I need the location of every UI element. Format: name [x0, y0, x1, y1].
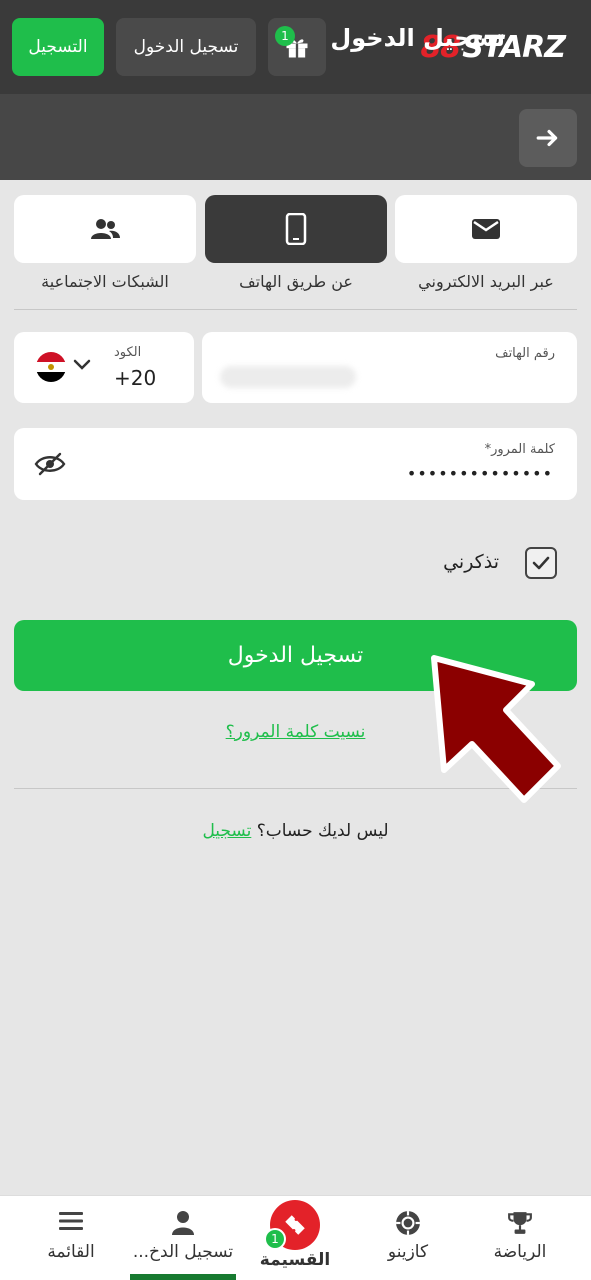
casino-chip-icon	[396, 1211, 420, 1235]
ticket-icon	[285, 1215, 305, 1235]
title-bar	[0, 94, 591, 180]
pointer-arrow-icon	[431, 655, 561, 803]
tab-phone[interactable]	[205, 195, 387, 263]
nav-menu[interactable]: القائمة	[16, 1196, 126, 1280]
tab-email[interactable]	[395, 195, 577, 263]
tab-social[interactable]	[14, 195, 196, 263]
phone-icon	[285, 213, 307, 245]
code-label: الكود	[114, 345, 142, 360]
nav-login-label: تسجيل الدخ...	[132, 1242, 234, 1262]
tab-social-label: الشبكات الاجتماعية	[41, 272, 169, 291]
check-icon	[532, 556, 550, 570]
envelope-icon	[472, 219, 500, 239]
register-link[interactable]: تسجيل	[202, 821, 251, 841]
users-icon	[91, 219, 120, 239]
nav-coupon-label: القسيمة	[259, 1250, 331, 1270]
nav-sports-label: الرياضة	[493, 1242, 547, 1262]
no-account-text: ليس لديك حساب؟ تسجيل	[0, 821, 591, 841]
coupon-badge: 1	[264, 1228, 286, 1250]
trophy-icon	[508, 1212, 532, 1234]
login-button[interactable]: تسجيل الدخول	[116, 18, 256, 76]
nav-casino-label: كازينو	[387, 1242, 429, 1262]
nav-menu-label: القائمة	[47, 1242, 95, 1262]
menu-icon	[59, 1212, 83, 1230]
tab-email-label: عبر البريد الالكتروني	[418, 272, 554, 291]
code-value: +20	[114, 366, 157, 390]
gift-badge: 1	[275, 26, 295, 46]
password-value: ••••••••••••••	[406, 464, 553, 483]
remember-checkbox[interactable]	[525, 547, 557, 579]
divider	[14, 309, 577, 310]
password-label: كلمة المرور*	[484, 442, 555, 457]
remember-label: تذكرني	[443, 551, 499, 573]
phone-label: رقم الهاتف	[495, 346, 555, 361]
tab-phone-label: عن طريق الهاتف	[239, 272, 353, 291]
chevron-down-icon	[73, 359, 91, 370]
page-title: تسجيل الدخول	[330, 24, 505, 52]
gift-button[interactable]	[268, 18, 326, 76]
phone-value-blurred	[220, 366, 356, 388]
arrow-right-icon	[536, 129, 558, 147]
active-tab-indicator	[130, 1274, 236, 1280]
back-button[interactable]	[519, 109, 577, 167]
nav-sports[interactable]: الرياضة	[465, 1196, 575, 1280]
user-icon	[172, 1211, 194, 1235]
egypt-flag-icon	[36, 352, 66, 382]
no-account-label: ليس لديك حساب؟	[256, 821, 389, 841]
nav-casino[interactable]: كازينو	[353, 1196, 463, 1280]
register-button[interactable]: التسجيل	[12, 18, 104, 76]
eye-slash-icon[interactable]	[34, 452, 66, 476]
nav-login[interactable]: تسجيل الدخ...	[128, 1196, 238, 1280]
